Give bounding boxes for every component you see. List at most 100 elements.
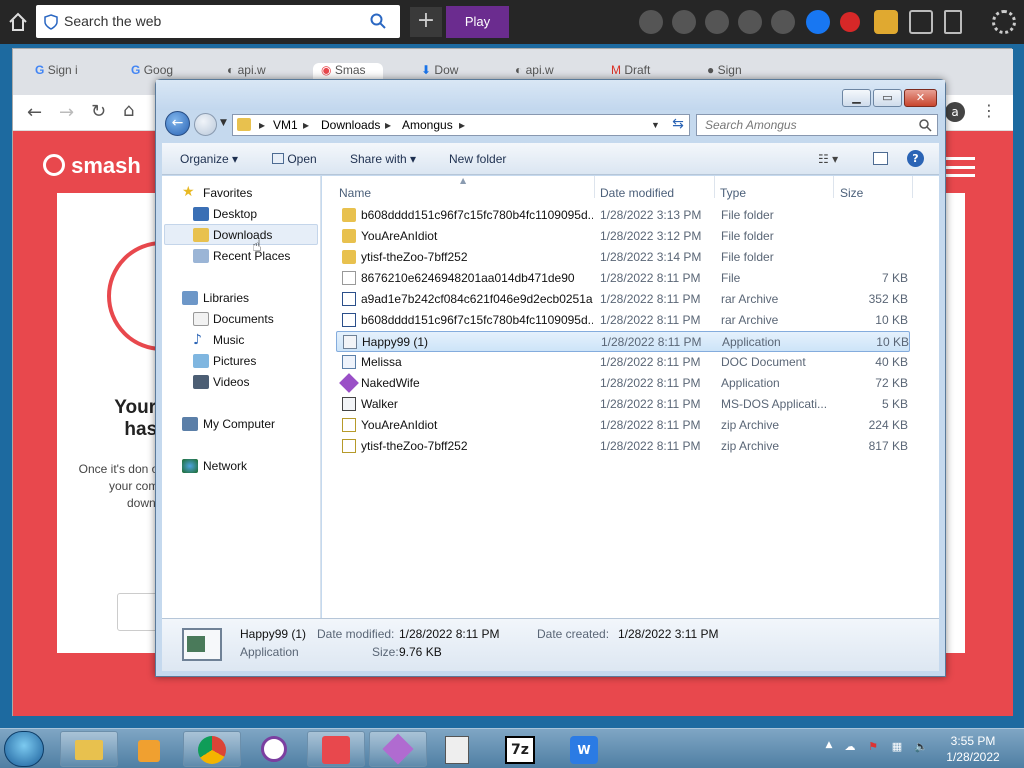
address-bar[interactable]: ▸ VM1 ▸ Downloads ▸ Amongus ▸ ▼ [232,114,690,136]
volume-icon[interactable]: 🔈 [914,740,928,754]
nav-desktop[interactable]: Desktop [213,207,257,221]
star-icon[interactable] [705,10,729,34]
breadcrumb-separator[interactable]: ▸ [385,118,391,132]
new-tab-button[interactable]: + [410,7,442,37]
breadcrumb-item[interactable]: Downloads [321,118,380,132]
file-row[interactable]: Melissa 1/28/2022 8:11 PM DOC Document 40 K… [336,352,910,373]
details-file-name: Happy99 (1) [240,627,307,641]
share-with-button[interactable]: Share with ▾ [350,152,416,166]
weather-icon[interactable] [874,10,898,34]
action-center-icon[interactable]: ⚑ [866,740,880,754]
gear-icon[interactable] [992,10,1016,34]
taskbar-notepad-button[interactable] [428,731,486,767]
star-app-icon [382,733,414,765]
star-icon[interactable] [639,10,663,34]
file-date-modified: 1/28/2022 8:11 PM [600,376,701,390]
organize-button[interactable]: Organize ▾ [180,152,238,166]
clock-time: 3:55 PM [950,734,996,748]
new-folder-button[interactable]: New folder [449,152,506,166]
star-icon[interactable] [738,10,762,34]
preview-pane-icon[interactable] [873,152,888,165]
file-date-modified: 1/28/2022 8:11 PM [600,313,701,327]
taskbar-star-app-button[interactable] [369,731,427,767]
folder-icon[interactable] [909,10,933,34]
trash-icon[interactable] [944,10,962,34]
nav-my-computer[interactable]: My Computer [203,417,275,431]
facebook-icon[interactable] [806,10,830,34]
back-button[interactable]: ← [165,111,190,136]
search-icon[interactable] [370,13,386,29]
file-row[interactable]: ytisf-theZoo-7bff252 1/28/2022 3:14 PM Fil… [336,247,910,268]
refresh-icon[interactable]: ⇆ [666,114,690,136]
nav-videos[interactable]: Videos [213,375,249,389]
recent-pages-dropdown-icon[interactable]: ▼ [220,118,227,128]
taskbar-chrome-button[interactable] [183,731,241,767]
column-header-type[interactable]: Type [720,186,746,200]
taskbar-explorer-button[interactable] [60,731,118,767]
hamburger-menu-icon[interactable] [943,157,975,177]
file-row[interactable]: YouAreAnIdiot 1/28/2022 3:12 PM File folde… [336,226,910,247]
file-row[interactable]: Happy99 (1) 1/28/2022 8:11 PM Application 1… [336,331,910,352]
folder-search-input[interactable]: Search Amongus [696,114,938,136]
breadcrumb-item[interactable]: VM1 [273,118,298,132]
star-icon[interactable] [672,10,696,34]
breadcrumb-separator[interactable]: ▸ [459,118,465,132]
nav-network[interactable]: Network [203,459,247,473]
file-name: NakedWife [361,376,420,390]
taskbar-media-button[interactable] [121,731,179,767]
file-row[interactable]: b608dddd151c96f7c15fc780b4fc1109095d... 1… [336,205,910,226]
onedrive-icon[interactable]: ☁ [843,740,857,754]
file-row[interactable]: a9ad1e7b242cf084c621f046e9d2ecb0251a... 1… [336,289,910,310]
play-button[interactable]: Play [446,6,509,38]
view-options-icon[interactable]: ☷ ▾ [818,152,838,166]
profile-avatar[interactable]: a [945,102,965,122]
bug-icon[interactable] [840,12,860,32]
back-arrow-icon[interactable]: ← [27,102,42,123]
nav-pictures[interactable]: Pictures [213,354,256,368]
open-button[interactable]: Open [272,152,317,166]
menu-dots-icon[interactable]: ⋮ [981,101,997,120]
forward-button[interactable] [194,113,217,136]
taskbar-wps-writer-button[interactable]: W [555,731,613,767]
star-icon[interactable] [771,10,795,34]
close-button[interactable]: ✕ [904,89,937,107]
forward-arrow-icon[interactable]: → [59,102,74,123]
web-search-input[interactable]: Search the web [36,5,400,38]
file-name: b608dddd151c96f7c15fc780b4fc1109095d... [361,313,593,327]
nav-favorites[interactable]: Favorites [203,186,252,200]
breadcrumb-separator[interactable]: ▸ [303,118,309,132]
breadcrumb-separator[interactable]: ▸ [259,118,265,132]
minimize-button[interactable]: ▁ [842,89,871,107]
search-icon[interactable] [919,119,932,132]
nav-music[interactable]: Music [213,333,244,347]
taskbar-7zip-button[interactable]: 7z [490,731,548,767]
file-row[interactable]: NakedWife 1/28/2022 8:11 PM Application 72 … [336,373,910,394]
file-row[interactable]: ytisf-theZoo-7bff252 1/28/2022 8:11 PM zip… [336,436,910,457]
tray-expand-icon[interactable]: ▲ [822,740,836,754]
reload-icon[interactable]: ↻ [91,101,106,122]
nav-libraries[interactable]: Libraries [203,291,249,305]
help-icon[interactable]: ? [907,150,924,167]
nav-downloads[interactable]: Downloads [213,228,272,242]
pictures-icon [193,354,209,368]
home-icon[interactable]: ⌂ [123,100,134,121]
file-row[interactable]: Walker 1/28/2022 8:11 PM MS-DOS Applicati.… [336,394,910,415]
breadcrumb-item[interactable]: Amongus [402,118,453,132]
column-header-size[interactable]: Size [840,186,863,200]
nav-documents[interactable]: Documents [213,312,274,326]
taskbar-wps-button[interactable] [307,731,365,767]
column-header-date[interactable]: Date modified [600,186,674,200]
address-dropdown-icon[interactable]: ▼ [651,120,660,130]
start-button[interactable] [4,731,44,767]
network-tray-icon[interactable]: ▦ [890,740,904,754]
home-icon[interactable] [6,10,30,34]
column-header-name[interactable]: Name [339,186,371,200]
taskbar-app-button[interactable] [245,731,303,767]
file-row[interactable]: YouAreAnIdiot 1/28/2022 8:11 PM zip Archiv… [336,415,910,436]
maximize-button[interactable]: ▭ [873,89,902,107]
chrome-tab[interactable]: G Sign i [35,63,95,93]
file-name: Melissa [361,355,402,369]
file-row[interactable]: b608dddd151c96f7c15fc780b4fc1109095d... 1… [336,310,910,331]
file-row[interactable]: 8676210e6246948201aa014db471de90 1/28/202… [336,268,910,289]
taskbar-clock[interactable]: 3:55 PM 1/28/2022 [938,733,1008,765]
